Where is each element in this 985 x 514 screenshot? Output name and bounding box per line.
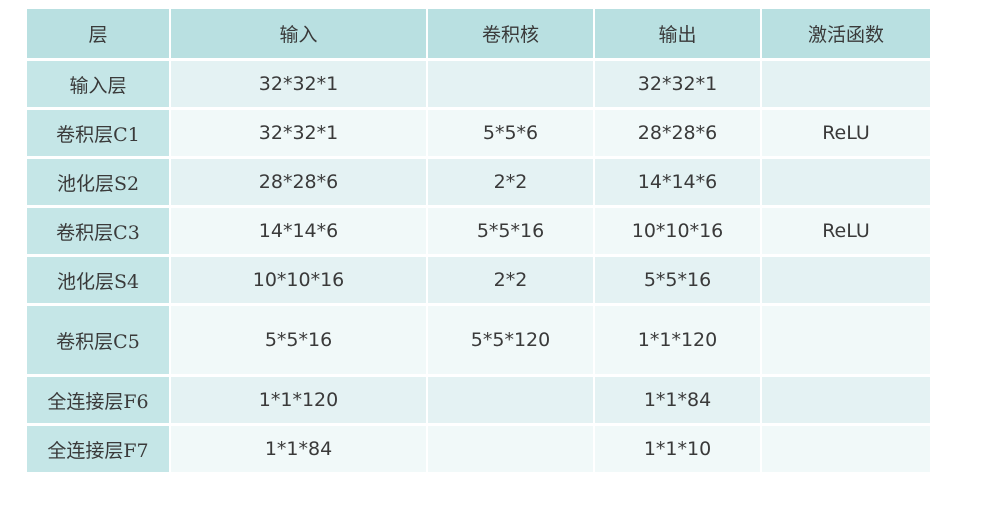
header-kernel: 卷积核 [428,9,595,61]
layer-name: 卷积层C1 [27,110,171,159]
activation-cell [762,426,932,475]
output-cell: 5*5*16 [595,257,762,306]
activation-cell: ReLU [762,110,932,159]
header-layer: 层 [27,9,171,61]
input-cell: 10*10*16 [171,257,428,306]
activation-cell [762,257,932,306]
header-output: 输出 [595,9,762,61]
table-row: 全连接层F6 1*1*120 1*1*84 [27,377,932,426]
output-cell: 1*1*120 [595,306,762,377]
output-cell: 1*1*84 [595,377,762,426]
kernel-cell [428,377,595,426]
header-input: 输入 [171,9,428,61]
input-cell: 32*32*1 [171,110,428,159]
kernel-cell [428,426,595,475]
table-row: 卷积层C1 32*32*1 5*5*6 28*28*6 ReLU [27,110,932,159]
table-row: 全连接层F7 1*1*84 1*1*10 [27,426,932,475]
layer-name: 池化层S2 [27,159,171,208]
table-row: 池化层S4 10*10*16 2*2 5*5*16 [27,257,932,306]
output-cell: 28*28*6 [595,110,762,159]
layer-name: 全连接层F6 [27,377,171,426]
output-cell: 14*14*6 [595,159,762,208]
output-cell: 32*32*1 [595,61,762,110]
kernel-cell: 5*5*16 [428,208,595,257]
activation-cell [762,61,932,110]
output-cell: 1*1*10 [595,426,762,475]
input-cell: 14*14*6 [171,208,428,257]
input-cell: 28*28*6 [171,159,428,208]
layer-name: 池化层S4 [27,257,171,306]
header-activation: 激活函数 [762,9,932,61]
layer-name: 输入层 [27,61,171,110]
kernel-cell [428,61,595,110]
input-cell: 32*32*1 [171,61,428,110]
header-row: 层 输入 卷积核 输出 激活函数 [27,9,932,61]
kernel-cell: 5*5*6 [428,110,595,159]
kernel-cell: 2*2 [428,159,595,208]
table-row: 输入层 32*32*1 32*32*1 [27,61,932,110]
activation-cell [762,306,932,377]
table-row: 卷积层C5 5*5*16 5*5*120 1*1*120 [27,306,932,377]
activation-cell [762,159,932,208]
input-cell: 5*5*16 [171,306,428,377]
output-cell: 10*10*16 [595,208,762,257]
activation-cell [762,377,932,426]
table-row: 池化层S2 28*28*6 2*2 14*14*6 [27,159,932,208]
input-cell: 1*1*84 [171,426,428,475]
activation-cell: ReLU [762,208,932,257]
layer-name: 卷积层C3 [27,208,171,257]
table-row: 卷积层C3 14*14*6 5*5*16 10*10*16 ReLU [27,208,932,257]
layer-name: 全连接层F7 [27,426,171,475]
kernel-cell: 2*2 [428,257,595,306]
layer-table: 层 输入 卷积核 输出 激活函数 输入层 32*32*1 32*32*1 卷积层… [27,9,932,475]
layer-name: 卷积层C5 [27,306,171,377]
kernel-cell: 5*5*120 [428,306,595,377]
input-cell: 1*1*120 [171,377,428,426]
